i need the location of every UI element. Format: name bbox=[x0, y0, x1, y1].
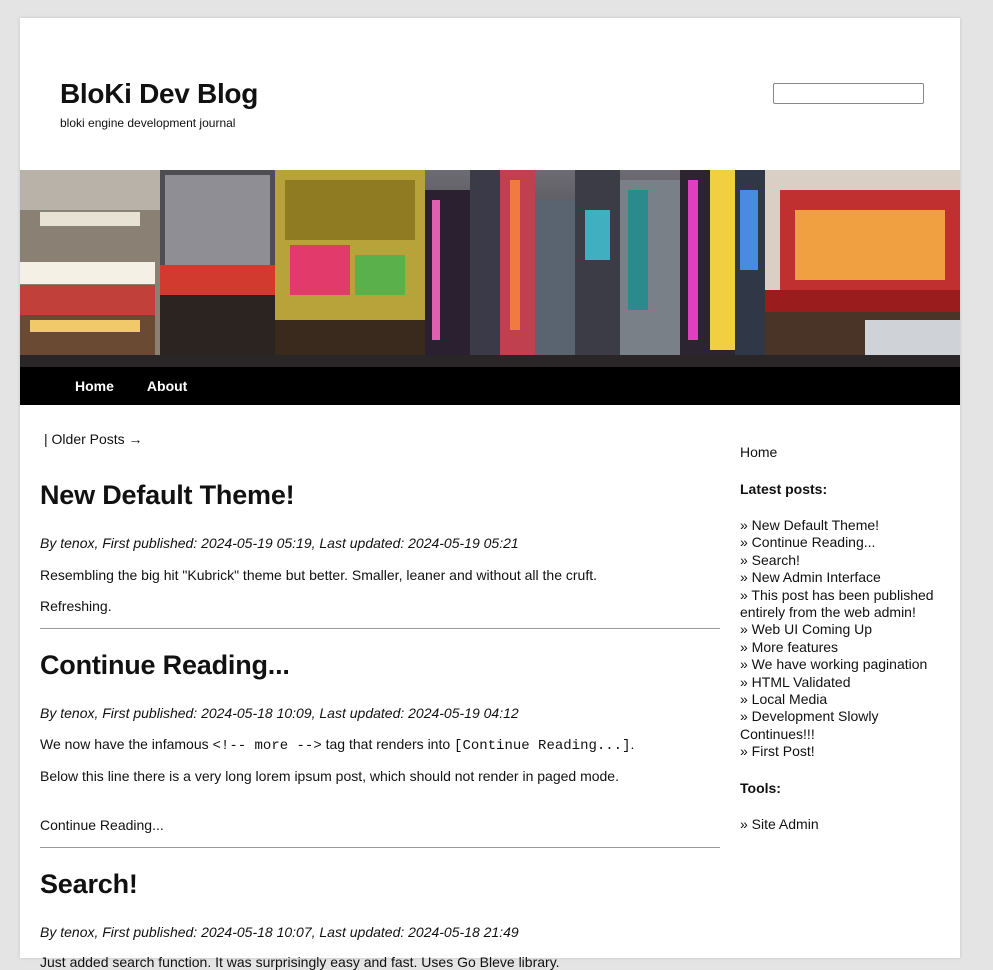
list-item: » Search! bbox=[740, 552, 945, 569]
list-item: » Web UI Coming Up bbox=[740, 621, 945, 638]
latest-post-link[interactable]: » Search! bbox=[740, 552, 800, 568]
list-item: » Site Admin bbox=[740, 816, 945, 833]
latest-post-link[interactable]: » New Admin Interface bbox=[740, 569, 881, 585]
text-segment: tag that renders into bbox=[321, 736, 455, 752]
tools-list: » Site Admin bbox=[740, 816, 945, 833]
latest-post-link[interactable]: » Web UI Coming Up bbox=[740, 621, 872, 637]
main-navigation: Home About bbox=[20, 367, 960, 405]
site-tagline: bloki engine development journal bbox=[60, 116, 236, 130]
list-item: » New Admin Interface bbox=[740, 569, 945, 586]
latest-post-link[interactable]: » We have working pagination bbox=[740, 656, 927, 672]
tools-heading: Tools: bbox=[740, 780, 781, 796]
post: Search! bbox=[40, 869, 720, 900]
post-divider bbox=[40, 628, 720, 629]
post: New Default Theme! bbox=[40, 480, 720, 511]
street-scene-illustration bbox=[20, 170, 960, 367]
post-title: Continue Reading... bbox=[40, 650, 720, 681]
post-title-link[interactable]: New Default Theme! bbox=[40, 480, 295, 510]
post-title-link[interactable]: Continue Reading... bbox=[40, 650, 290, 680]
post-meta: By tenox, First published: 2024-05-19 05… bbox=[40, 535, 519, 551]
latest-post-link[interactable]: » This post has been published entirely … bbox=[740, 587, 934, 620]
latest-post-link[interactable]: » New Default Theme! bbox=[740, 517, 879, 533]
text-segment: We now have the infamous bbox=[40, 736, 213, 752]
list-item: » We have working pagination bbox=[740, 656, 945, 673]
post-title: Search! bbox=[40, 869, 720, 900]
latest-posts-heading: Latest posts: bbox=[740, 481, 828, 497]
latest-posts-list: » New Default Theme! » Continue Reading.… bbox=[740, 517, 945, 761]
pagination: | Older Posts → bbox=[44, 431, 143, 447]
text-segment: . bbox=[630, 736, 635, 752]
site-header: BloKi Dev Blog bloki engine development … bbox=[20, 18, 960, 170]
inline-code: [Continue Reading...] bbox=[454, 738, 631, 754]
post-meta: By tenox, First published: 2024-05-18 10… bbox=[40, 924, 519, 940]
latest-post-link[interactable]: » Local Media bbox=[740, 691, 827, 707]
post-title: New Default Theme! bbox=[40, 480, 720, 511]
search-input[interactable] bbox=[773, 83, 924, 104]
post-paragraph: Just added search function. It was surpr… bbox=[40, 954, 560, 970]
inline-code: <!-- more --> bbox=[212, 738, 322, 754]
post-paragraph: Resembling the big hit "Kubrick" theme b… bbox=[40, 567, 598, 583]
site-title[interactable]: BloKi Dev Blog bbox=[60, 78, 258, 110]
latest-post-link[interactable]: » HTML Validated bbox=[740, 674, 851, 690]
older-posts-link[interactable]: Older Posts → bbox=[52, 431, 143, 447]
post-paragraph: Refreshing. bbox=[40, 598, 112, 614]
list-item: » HTML Validated bbox=[740, 674, 945, 691]
list-item: » This post has been published entirely … bbox=[740, 587, 945, 622]
latest-post-link[interactable]: » More features bbox=[740, 639, 838, 655]
nav-about-link[interactable]: About bbox=[147, 378, 187, 394]
post-paragraph: We now have the infamous <!-- more --> t… bbox=[40, 736, 634, 754]
site-admin-link[interactable]: » Site Admin bbox=[740, 816, 819, 832]
list-item: » New Default Theme! bbox=[740, 517, 945, 534]
post-meta: By tenox, First published: 2024-05-18 10… bbox=[40, 705, 519, 721]
list-item: » Continue Reading... bbox=[740, 534, 945, 551]
post-paragraph: Below this line there is a very long lor… bbox=[40, 768, 619, 784]
post: Continue Reading... bbox=[40, 650, 720, 681]
list-item: » Local Media bbox=[740, 691, 945, 708]
nav-home-link[interactable]: Home bbox=[75, 378, 114, 394]
header-banner-image bbox=[20, 170, 960, 367]
latest-post-link[interactable]: » First Post! bbox=[740, 743, 815, 759]
sidebar-home-link[interactable]: Home bbox=[740, 444, 777, 460]
list-item: » First Post! bbox=[740, 743, 945, 760]
latest-post-link[interactable]: » Development Slowly Continues!!! bbox=[740, 708, 879, 741]
page: BloKi Dev Blog bloki engine development … bbox=[20, 18, 960, 970]
list-item: » More features bbox=[740, 639, 945, 656]
continue-reading-link[interactable]: Continue Reading... bbox=[40, 817, 164, 833]
post-divider bbox=[40, 847, 720, 848]
list-item: » Development Slowly Continues!!! bbox=[740, 708, 945, 743]
pager-separator: | bbox=[44, 431, 52, 447]
latest-post-link[interactable]: » Continue Reading... bbox=[740, 534, 875, 550]
post-title-link[interactable]: Search! bbox=[40, 869, 138, 899]
